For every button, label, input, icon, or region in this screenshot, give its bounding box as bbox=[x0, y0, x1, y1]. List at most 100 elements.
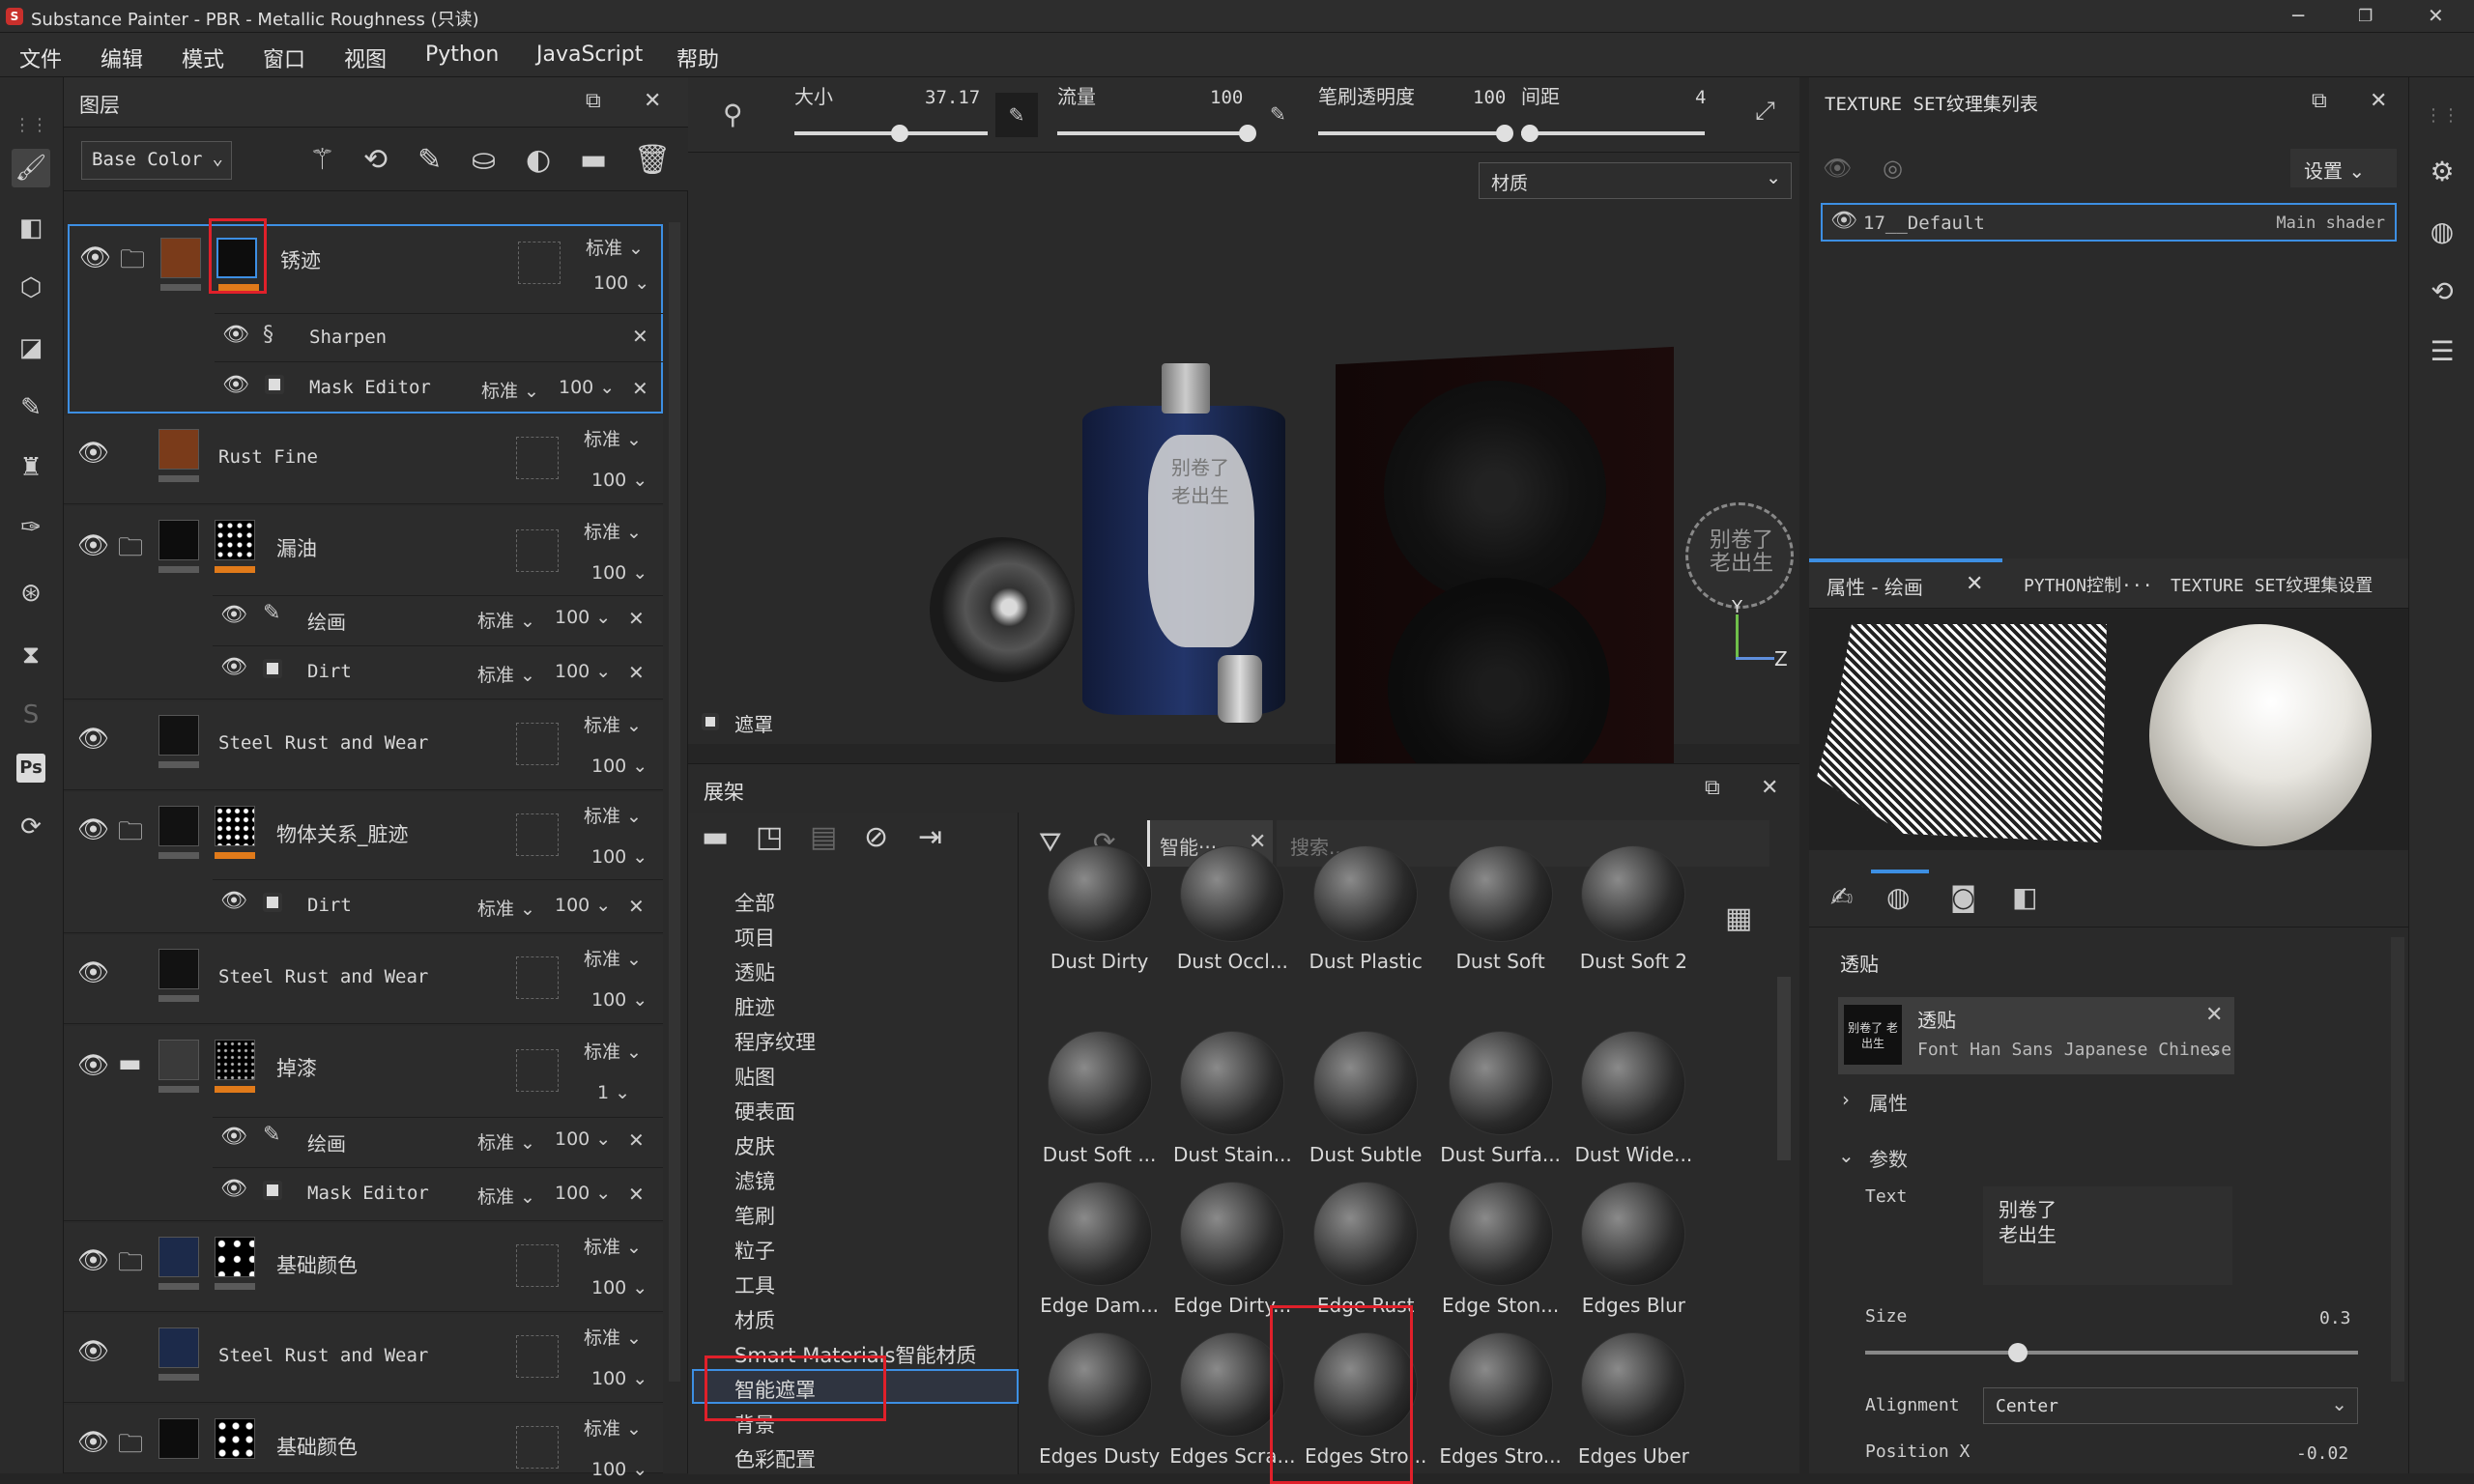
size-value[interactable]: 37.17 bbox=[925, 87, 980, 108]
layer-row[interactable]: 👁 🗀 物体关系_脏迹 标准 ⌄ 100 ⌄ 👁 Dirt 标准 ⌄ 100 ⌄… bbox=[64, 792, 663, 933]
folder-icon[interactable]: 🗀 bbox=[118, 813, 143, 856]
bake-icon[interactable]: ⧗ bbox=[12, 636, 50, 674]
smart-mask-thumbnail[interactable] bbox=[1581, 1182, 1686, 1286]
category-all[interactable]: 全部 bbox=[734, 888, 775, 917]
blend-mode[interactable]: 标准 ⌄ bbox=[584, 945, 642, 971]
eye-icon[interactable]: 👁 bbox=[220, 1177, 247, 1201]
smart-mask-thumbnail[interactable] bbox=[1313, 1182, 1419, 1286]
blend-mode[interactable]: 标准 ⌄ bbox=[584, 1414, 642, 1441]
paint-brush-icon[interactable]: 🖌 bbox=[12, 149, 50, 187]
float-icon[interactable]: ⧉ bbox=[2312, 89, 2327, 113]
solo-icon[interactable]: ◎ bbox=[1883, 155, 1903, 182]
texture-set-item[interactable]: 👁 17__Default Main shader bbox=[1821, 203, 2397, 242]
category-filters[interactable]: 滤镜 bbox=[734, 1166, 775, 1195]
smudge-icon[interactable]: ✎ bbox=[12, 388, 50, 427]
blend-mode[interactable]: 标准 ⌄ bbox=[584, 802, 642, 828]
opacity[interactable]: 100 ⌄ bbox=[559, 377, 615, 398]
polygon-fill-icon[interactable]: ◪ bbox=[12, 328, 50, 367]
opacity[interactable]: 100 ⌄ bbox=[591, 470, 647, 491]
opacity[interactable]: 100 ⌄ bbox=[591, 756, 647, 777]
size-pressure-icon[interactable]: ✎ bbox=[995, 93, 1038, 137]
eye-icon[interactable]: 👁 bbox=[77, 1428, 109, 1457]
blend-mode[interactable]: 标准 ⌄ bbox=[481, 377, 539, 403]
smart-mask-label[interactable]: Dust Stain... bbox=[1166, 1143, 1298, 1166]
menu-edit[interactable]: 编辑 bbox=[101, 43, 143, 73]
size-slider[interactable] bbox=[794, 125, 988, 142]
eye-icon[interactable]: 👁 bbox=[77, 958, 109, 987]
smart-mask-thumbnail[interactable] bbox=[1047, 1332, 1152, 1437]
float-icon[interactable]: ⧉ bbox=[586, 89, 601, 113]
display-settings-icon[interactable]: ◍ bbox=[2423, 213, 2461, 251]
layer-row[interactable]: 👁 Steel Rust and Wear 标准 ⌄ 100 ⌄ bbox=[64, 701, 663, 790]
category-tools[interactable]: 工具 bbox=[734, 1270, 775, 1299]
decal-resource[interactable]: 别卷了 老出生 透贴 Font Han Sans Japanese Chines… bbox=[1838, 997, 2234, 1074]
opacity[interactable]: 100 ⌄ bbox=[591, 1459, 647, 1480]
opacity[interactable]: 100 ⌄ bbox=[591, 989, 647, 1011]
tab-properties-paint[interactable]: 属性 - 绘画 bbox=[1827, 572, 1923, 600]
material-icon[interactable]: ◧ bbox=[2012, 881, 2037, 913]
flow-slider[interactable] bbox=[1057, 125, 1256, 142]
brush-settings-icon[interactable]: ⤢ bbox=[1755, 97, 1775, 127]
eye-icon[interactable]: 👁 bbox=[222, 323, 249, 347]
slider-knob[interactable] bbox=[1496, 125, 1513, 142]
blend-mode[interactable]: 标准 ⌄ bbox=[584, 518, 642, 544]
log-icon[interactable]: ☰ bbox=[2423, 332, 2461, 371]
3d-scene[interactable]: 材质 ⌄ 别卷了 老出生 别卷了 老出生 Y Z 遮罩 bbox=[688, 153, 1799, 819]
smart-mask-thumbnail[interactable] bbox=[1448, 1031, 1553, 1135]
eraser-icon[interactable]: ◧ bbox=[12, 209, 50, 247]
close-icon[interactable]: ✕ bbox=[2428, 4, 2444, 27]
opacity[interactable]: 100 ⌄ bbox=[591, 1368, 647, 1389]
menu-view[interactable]: 视图 bbox=[344, 43, 387, 73]
layer-row[interactable]: 👁 ▬ 掉漆 标准 ⌄ 1 ⌄ 👁 ✎ 绘画 标准 ⌄ 100 ⌄ ✕ 👁 Ma… bbox=[64, 1026, 663, 1221]
blend-mode[interactable]: 标准 ⌄ bbox=[477, 895, 535, 921]
smart-mask-label[interactable]: Edge Dam... bbox=[1034, 1294, 1165, 1317]
smart-mask-label[interactable]: Dust Occl... bbox=[1166, 950, 1298, 973]
smart-mask-label[interactable]: Dust Plastic bbox=[1300, 950, 1431, 973]
smart-mask-thumbnail[interactable] bbox=[1047, 845, 1152, 942]
category-hard-surfaces[interactable]: 硬表面 bbox=[734, 1097, 795, 1126]
add-folder-icon[interactable]: ▬ bbox=[580, 143, 607, 177]
blend-mode[interactable]: 标准 ⌄ bbox=[477, 661, 535, 687]
properties-scrollbar[interactable] bbox=[2391, 937, 2404, 1382]
folder-icon[interactable]: ▬ bbox=[118, 1049, 142, 1078]
blend-mode[interactable]: 标准 ⌄ bbox=[584, 1324, 642, 1350]
blend-mode[interactable]: 标准 ⌄ bbox=[477, 1128, 535, 1155]
opacity[interactable]: 100 ⌄ bbox=[555, 607, 611, 628]
delete-layer-icon[interactable]: 🗑 bbox=[634, 143, 671, 177]
eye-icon[interactable]: 👁 bbox=[77, 725, 109, 754]
eye-icon[interactable]: 👁 bbox=[1830, 209, 1857, 233]
smart-mask-label[interactable]: Edges Dusty bbox=[1034, 1444, 1165, 1468]
size-slider[interactable] bbox=[1865, 1343, 2358, 1362]
eye-icon[interactable]: 👁 bbox=[220, 1125, 247, 1149]
brush-opacity-slider[interactable] bbox=[1318, 125, 1513, 142]
slider-knob[interactable] bbox=[891, 125, 908, 142]
geometry-icon[interactable]: ⊛ bbox=[12, 574, 50, 613]
layer-row[interactable]: 👁 Steel Rust and Wear 标准 ⌄ 100 ⌄ bbox=[64, 1314, 663, 1403]
mask-toggle-icon[interactable] bbox=[702, 713, 719, 730]
chevron-down-icon[interactable]: ⌄ bbox=[2205, 1038, 2222, 1061]
smart-mask-thumbnail[interactable] bbox=[1581, 845, 1686, 942]
folder-icon[interactable]: 🗀 bbox=[118, 1244, 143, 1287]
layer-row[interactable]: 👁 Steel Rust and Wear 标准 ⌄ 100 ⌄ bbox=[64, 935, 663, 1024]
slider-knob[interactable] bbox=[2008, 1343, 2028, 1362]
color-picker-icon[interactable]: ✑ bbox=[12, 508, 50, 547]
eye-icon[interactable]: 👁 bbox=[220, 889, 247, 913]
smart-mask-thumbnail[interactable] bbox=[1180, 1031, 1285, 1135]
category-materials[interactable]: 材质 bbox=[734, 1305, 775, 1334]
substance-icon[interactable]: S bbox=[12, 696, 50, 734]
smart-mask-thumbnail[interactable] bbox=[1448, 845, 1553, 942]
folder-icon[interactable]: 🗀 bbox=[118, 1426, 143, 1469]
smart-mask-label[interactable]: Edges Blur bbox=[1568, 1294, 1699, 1317]
category-alphas[interactable]: 透贴 bbox=[734, 957, 775, 986]
brush-opacity-value[interactable]: 100 bbox=[1473, 87, 1506, 108]
blend-mode[interactable]: 标准 ⌄ bbox=[477, 607, 535, 633]
blend-mode[interactable]: 标准 ⌄ bbox=[584, 1038, 642, 1064]
remove-effect-icon[interactable]: ✕ bbox=[628, 1183, 645, 1206]
parameters-label[interactable]: 参数 bbox=[1869, 1144, 1908, 1172]
smart-mask-thumbnail[interactable] bbox=[1448, 1182, 1553, 1286]
layer-row[interactable]: 👁 🗀 锈迹 标准 ⌄ 100 ⌄ 👁 § Sharpen ✕ 👁 Mask E… bbox=[68, 224, 663, 414]
text-input[interactable]: 别卷了 老出生 bbox=[1983, 1186, 2232, 1285]
eye-icon[interactable]: 👁 bbox=[220, 655, 247, 679]
tab-python-console[interactable]: PYTHON控制··· bbox=[2024, 572, 2153, 597]
opacity[interactable]: 100 ⌄ bbox=[555, 661, 611, 682]
